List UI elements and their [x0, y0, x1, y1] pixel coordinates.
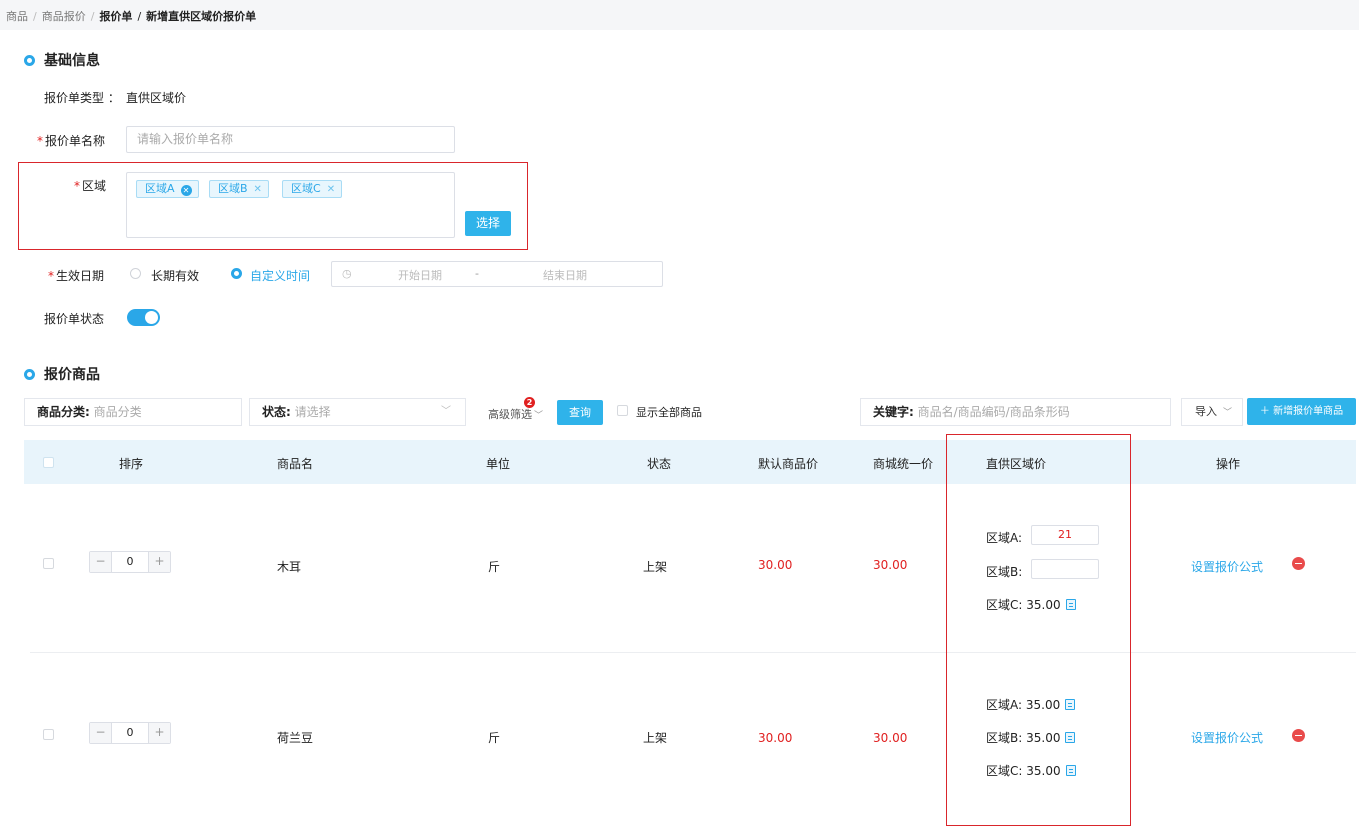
col-header-name: 商品名 — [277, 457, 314, 471]
region-tag-a: 区域A ✕ — [136, 180, 199, 198]
close-icon[interactable]: ✕ — [254, 184, 262, 195]
row-1-mall-price: 30.00 — [873, 558, 908, 572]
query-button[interactable]: 查询 — [557, 400, 603, 425]
row-1-checkbox[interactable] — [43, 558, 54, 569]
chevron-down-icon: ﹀ — [1223, 408, 1233, 418]
col-header-sort[interactable]: 排序 — [119, 455, 143, 472]
section-ring-icon — [24, 55, 35, 66]
clock-icon: ◷ — [342, 267, 352, 280]
row-divider — [30, 652, 1356, 653]
row-1-set-formula-link[interactable]: 设置报价公式 — [1191, 558, 1263, 575]
chevron-down-icon: ﹀ — [441, 406, 451, 417]
date-range-picker[interactable]: ◷ 开始日期 - 结束日期 — [331, 261, 663, 287]
breadcrumb-item-goods[interactable]: 商品 — [6, 10, 28, 23]
goods-section-title: 报价商品 — [24, 364, 100, 384]
radio-custom-time[interactable] — [231, 268, 242, 279]
effective-date-label: * 生效日期 — [48, 269, 105, 283]
row-1-sort-stepper[interactable]: − 0 + — [89, 551, 171, 573]
quote-type-value: 直供区域价 — [126, 91, 187, 105]
row-2-default-price: 30.00 — [758, 731, 793, 745]
quote-status-toggle[interactable] — [127, 309, 160, 326]
chevron-down-icon: ﹀ — [534, 411, 544, 421]
show-all-checkbox[interactable] — [617, 405, 628, 416]
quote-name-label: * 报价单名称 — [37, 134, 106, 148]
row-2-name: 荷兰豆 — [277, 731, 314, 745]
quote-status-label: 报价单状态 — [44, 312, 105, 326]
table-header — [24, 440, 1356, 484]
col-header-mall-price: 商城统一价 — [873, 457, 934, 471]
col-header-actions: 操作 — [1216, 457, 1241, 471]
start-date-placeholder[interactable]: 开始日期 — [398, 267, 442, 283]
status-filter[interactable]: 状态: 请选择 ﹀ — [249, 398, 466, 426]
col-header-default-price: 默认商品价 — [758, 457, 819, 471]
row-1-remove-icon[interactable] — [1292, 557, 1305, 570]
keyword-search-input[interactable]: 关键字: 商品名/商品编码/商品条形码 — [860, 398, 1171, 426]
col-header-status: 状态 — [647, 457, 672, 471]
breadcrumb: 商品 / 商品报价 / 报价单 / 新增直供区域价报价单 — [6, 10, 257, 23]
row-1-unit: 斤 — [488, 560, 501, 574]
select-all-checkbox[interactable] — [43, 457, 54, 468]
minus-icon[interactable]: − — [90, 552, 112, 572]
breadcrumb-item-current: 新增直供区域价报价单 — [146, 10, 257, 23]
row-2-sort-stepper[interactable]: − 0 + — [89, 722, 171, 744]
region-price-highlight-box — [946, 434, 1131, 826]
advanced-filter-badge: 2 — [524, 397, 535, 408]
row-2-unit: 斤 — [488, 731, 501, 745]
col-header-unit: 单位 — [486, 457, 511, 471]
row-2-mall-price: 30.00 — [873, 731, 908, 745]
region-tag-b: 区域B ✕ — [209, 180, 269, 198]
radio-long-term-label[interactable]: 长期有效 — [151, 267, 199, 284]
row-2-status: 上架 — [643, 731, 668, 745]
select-region-button[interactable]: 选择 — [465, 211, 511, 236]
quote-name-input[interactable]: 请输入报价单名称 — [126, 126, 455, 153]
radio-custom-time-label[interactable]: 自定义时间 — [250, 267, 310, 284]
plus-icon: ＋ — [1259, 406, 1270, 417]
advanced-filter-button[interactable]: 高级筛选 ﹀ — [488, 406, 543, 422]
row-1-default-price: 30.00 — [758, 558, 793, 572]
date-separator: - — [475, 267, 479, 280]
radio-long-term[interactable] — [130, 268, 141, 279]
basic-info-section-title: 基础信息 — [24, 50, 100, 70]
minus-icon[interactable]: − — [90, 723, 112, 743]
category-filter[interactable]: 商品分类: 商品分类 — [24, 398, 242, 426]
region-label: * 区域 — [74, 179, 107, 193]
import-button[interactable]: 导入 ﹀ — [1181, 398, 1243, 426]
close-circle-icon[interactable]: ✕ — [180, 185, 192, 196]
show-all-label[interactable]: 显示全部商品 — [636, 404, 702, 420]
add-quote-goods-button[interactable]: ＋ 新增报价单商品 — [1247, 398, 1356, 425]
quote-type-label: 报价单类型 ： — [44, 91, 120, 105]
plus-icon[interactable]: + — [148, 552, 170, 572]
close-icon[interactable]: ✕ — [327, 184, 335, 195]
section-ring-icon — [24, 369, 35, 380]
row-2-set-formula-link[interactable]: 设置报价公式 — [1191, 729, 1263, 746]
region-tag-c: 区域C ✕ — [282, 180, 343, 198]
row-1-status: 上架 — [643, 560, 668, 574]
row-2-checkbox[interactable] — [43, 729, 54, 740]
end-date-placeholder[interactable]: 结束日期 — [543, 267, 587, 283]
breadcrumb-item-quote-sheet[interactable]: 报价单 — [99, 10, 132, 23]
plus-icon[interactable]: + — [148, 723, 170, 743]
row-2-remove-icon[interactable] — [1292, 729, 1305, 742]
row-1-name: 木耳 — [277, 560, 302, 574]
breadcrumb-item-goods-quote[interactable]: 商品报价 — [42, 10, 86, 23]
